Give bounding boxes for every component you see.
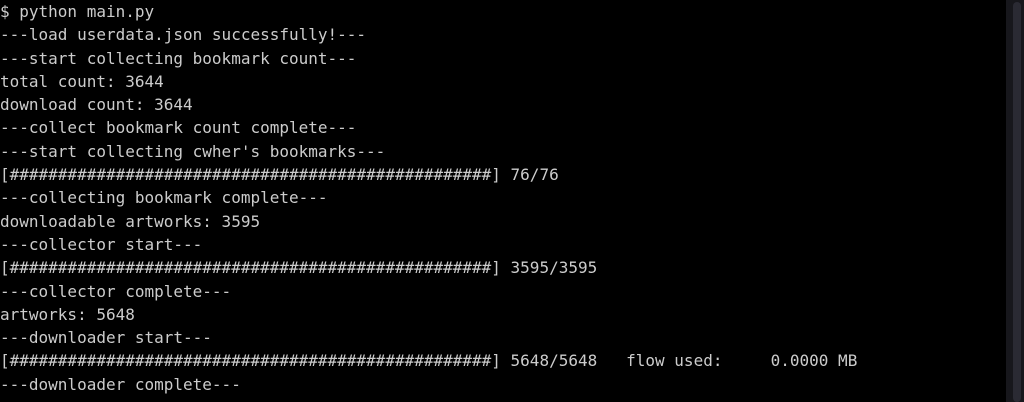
command-line: $ python main.py: [0, 2, 155, 21]
output-line: ---downloader complete---: [0, 374, 241, 394]
output-line: ---collect bookmark count complete---: [0, 118, 357, 138]
scrollbar-thumb[interactable]: [1013, 2, 1021, 402]
output-line: ---downloader start---: [0, 328, 212, 348]
terminal-window[interactable]: $ python main.py ---load userdata.json s…: [0, 0, 1024, 402]
output-line: ---start collecting bookmark count---: [0, 48, 357, 68]
output-line: ---start collecting cwher's bookmarks---: [0, 141, 386, 161]
progress-line: [#######################################…: [0, 351, 858, 371]
vertical-scrollbar[interactable]: [1006, 0, 1024, 402]
progress-line: [#######################################…: [0, 258, 598, 278]
output-line: downloadable artworks: 3595: [0, 211, 261, 231]
progress-line: [#######################################…: [0, 165, 559, 185]
output-line: ---collecting bookmark complete---: [0, 188, 328, 208]
terminal-output: $ python main.py ---load userdata.json s…: [0, 0, 1004, 402]
output-line: ---collector complete---: [0, 281, 232, 301]
output-line: download count: 3644: [0, 95, 193, 115]
output-line: artworks: 5648: [0, 304, 135, 324]
output-line: ---load userdata.json successfully!---: [0, 25, 367, 45]
output-line: total count: 3644: [0, 71, 164, 91]
output-line: ---collector start---: [0, 234, 203, 254]
